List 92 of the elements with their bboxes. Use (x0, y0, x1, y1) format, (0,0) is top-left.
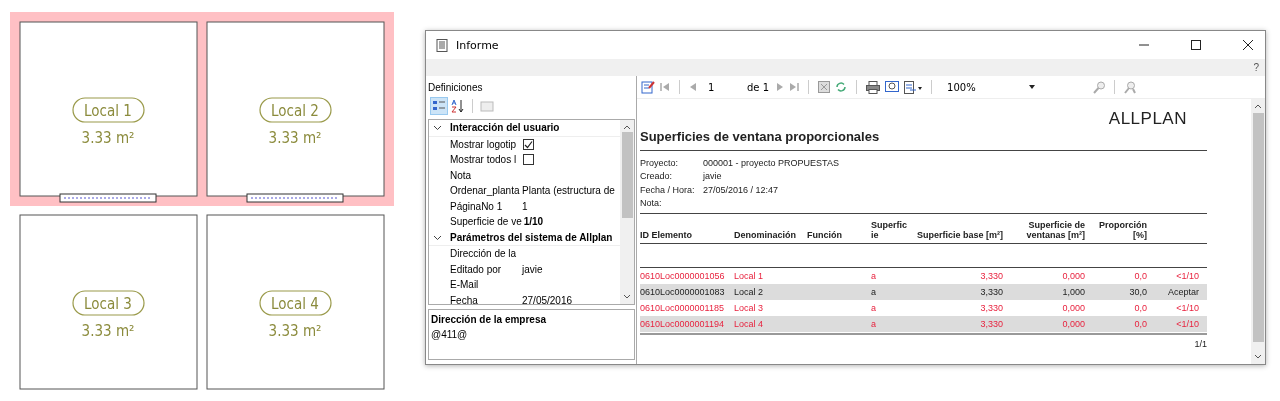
property-value[interactable]: 27/05/2016 (522, 294, 573, 304)
table-cell-text: 0610Loc0000001185 (640, 303, 725, 313)
info-value: 27/05/2016 / 12:47 (703, 184, 779, 195)
column-header: Superficie de ventanas [m²] (1025, 220, 1085, 240)
property-label: Mostrar todos l (450, 154, 518, 166)
close-icon[interactable] (1243, 40, 1253, 50)
table-cell-text: 30,0 (1128, 287, 1147, 297)
edit-icon[interactable] (641, 80, 655, 94)
scroll-up-icon[interactable] (623, 124, 631, 130)
allplan-logo: ALLPLAN (1108, 109, 1187, 129)
table-cell-text: Local 4 (734, 319, 765, 329)
table-cell-text: 1,000 (1061, 287, 1085, 297)
scroll-down-icon[interactable] (623, 294, 631, 300)
page-field[interactable]: 1 (702, 81, 742, 93)
info-label: Proyecto: (640, 157, 680, 168)
property-label: E-Mail (450, 279, 480, 291)
table-cell-text: 0610Loc0000001083 (640, 287, 726, 297)
property-label: Nota (450, 169, 473, 181)
column-header: Función (807, 230, 843, 240)
table-cell-text: 3,330 (979, 319, 1003, 329)
info-label: Fecha / Hora: (640, 184, 696, 195)
table-cell-text: Local 3 (734, 303, 765, 313)
page-number: 1/1 (1193, 338, 1207, 349)
table-cell-text: 0,0 (1133, 271, 1147, 281)
stop-icon[interactable] (818, 81, 831, 93)
column-header: ID Elemento (640, 230, 693, 240)
table-cell-text: <1/10 (1175, 271, 1199, 281)
document-icon (436, 38, 448, 52)
table-cell-text: 0,000 (1061, 319, 1085, 329)
page-total: de 1 (747, 81, 770, 93)
table-cell-text: a (871, 287, 877, 297)
category-header[interactable]: Interacción del usuario (450, 122, 560, 134)
property-value[interactable]: 1 (522, 200, 528, 212)
scroll-up-icon[interactable] (1254, 103, 1262, 109)
table-cell-text: 0610Loc0000001056 (640, 271, 726, 281)
print-icon[interactable] (866, 80, 881, 94)
definitions-label: Definiciones (427, 81, 484, 95)
table-cell-text: Local 2 (734, 287, 765, 297)
info-label: Creado: (640, 171, 674, 182)
table-cell-text: 0610Loc0000001194 (640, 319, 725, 329)
property-label: Superficie de ve (450, 216, 523, 228)
table-cell-text: 0,000 (1061, 303, 1085, 313)
table-cell-text: a (871, 303, 877, 313)
table-cell-text: 3,330 (979, 303, 1003, 313)
property-label: PáginaNo 1 (450, 200, 504, 212)
checkbox[interactable] (523, 138, 534, 150)
table-cell-text: a (871, 319, 877, 329)
scroll-down-icon[interactable] (1254, 354, 1262, 360)
table-cell-text: Local 1 (734, 271, 765, 281)
column-header: Superficie base [m²] (915, 230, 1003, 240)
description-title: Dirección de la empresa (431, 314, 548, 325)
table-cell-text: a (871, 271, 877, 281)
property-value[interactable]: javie (522, 263, 543, 275)
help-button[interactable]: ? (1253, 62, 1259, 73)
property-label: Editado por (450, 263, 503, 275)
table-cell-text: 0,0 (1133, 319, 1147, 329)
categorized-icon[interactable] (430, 97, 448, 115)
scrollbar[interactable] (620, 120, 634, 304)
property-label: Fecha (450, 294, 479, 304)
caret-icon[interactable] (1029, 85, 1036, 89)
column-header: Denominación (734, 230, 797, 240)
column-header: Proporción [%] (1098, 220, 1147, 240)
floor-plan-drawing: Local 1 3.33 m² Local 2 3.33 m² Local 3 3.33 m² Local 4 3.33 m² (0, 0, 400, 401)
page-preview-icon[interactable] (885, 80, 900, 94)
export-icon[interactable] (904, 80, 923, 94)
maximize-icon[interactable] (1191, 40, 1201, 50)
property-label: Ordenar_planta (450, 185, 521, 197)
property-label: Dirección de la (450, 248, 518, 260)
zoom-dropdown[interactable]: 100% (941, 81, 1036, 93)
refresh-icon[interactable] (835, 81, 848, 93)
chevron-down-icon[interactable] (433, 123, 442, 133)
scrollbar[interactable] (1251, 99, 1265, 364)
info-value: 000001 - proyecto PROPUESTAS (703, 157, 839, 168)
window-title: Informe (456, 38, 499, 52)
table-cell-text: Aceptar (1166, 287, 1199, 297)
table-cell-text: 3,330 (979, 287, 1003, 297)
info-label: Nota: (640, 198, 663, 209)
table-cell-text: 3,330 (979, 271, 1003, 281)
sort-icon[interactable] (451, 98, 465, 114)
table-cell-text: <1/10 (1175, 303, 1199, 313)
table-cell-text: 0,0 (1133, 303, 1147, 313)
info-value: javie (703, 171, 722, 182)
property-value[interactable]: 1/10 (523, 216, 544, 228)
table-cell-text: 0,000 (1061, 271, 1085, 281)
checkbox[interactable] (523, 154, 534, 166)
report-title: Superficies de ventana proporcionales (640, 129, 1207, 151)
column-header: Superficie (871, 220, 908, 240)
property-label: Mostrar logotip (450, 138, 518, 150)
description-text: @411@ (431, 329, 469, 340)
property-value[interactable]: Planta (estructura de (522, 185, 615, 197)
table-cell-text: <1/10 (1175, 319, 1199, 329)
category-header[interactable]: Parámetros del sistema de Allplan (450, 231, 613, 243)
